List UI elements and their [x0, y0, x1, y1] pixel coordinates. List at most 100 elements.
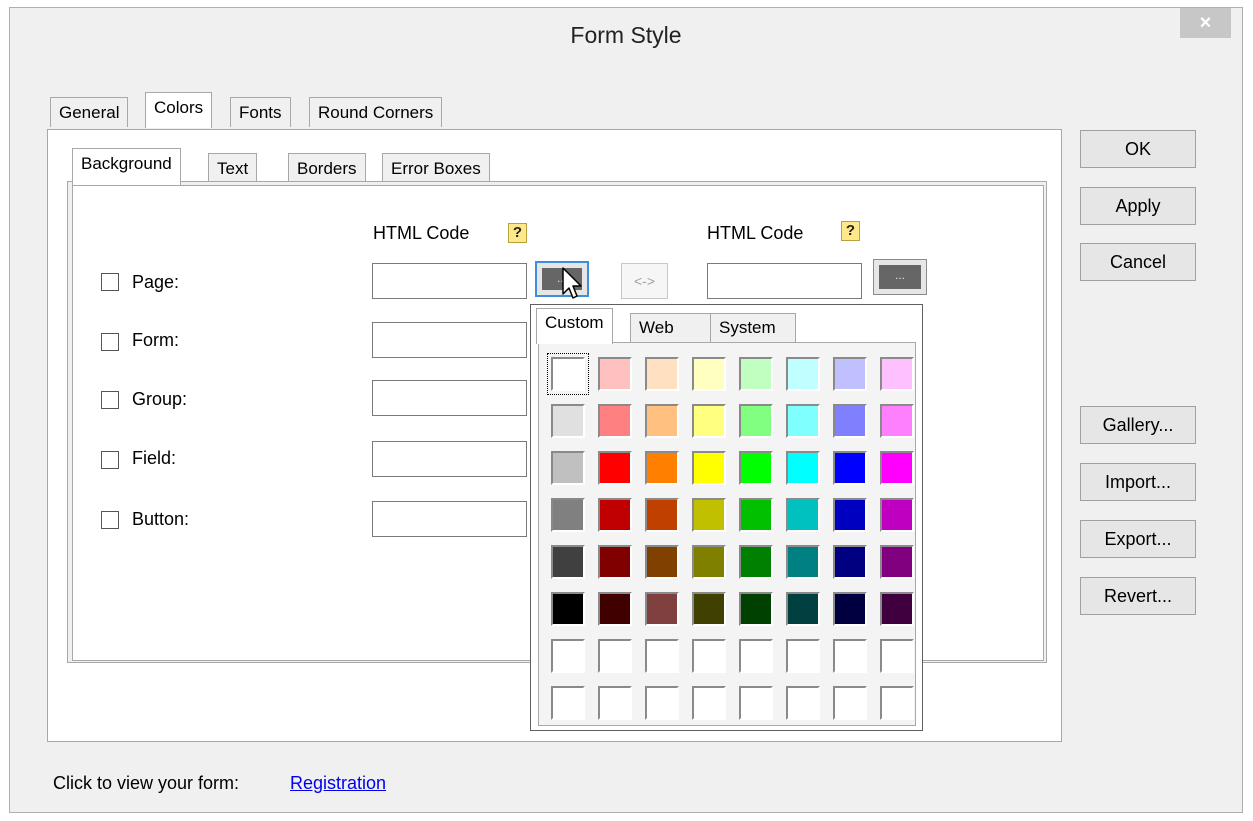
color-swatch[interactable]: [833, 357, 867, 391]
color-swatch[interactable]: [739, 592, 773, 626]
color-swatch[interactable]: [598, 592, 632, 626]
color-swatch[interactable]: [692, 498, 726, 532]
field-html-code-input[interactable]: [372, 441, 527, 477]
form-html-code-input[interactable]: [372, 322, 527, 358]
popup-tab-custom[interactable]: Custom: [536, 308, 613, 344]
color-swatch[interactable]: [551, 686, 585, 720]
color-swatch[interactable]: [880, 357, 914, 391]
color-swatch[interactable]: [786, 592, 820, 626]
color-swatch[interactable]: [547, 353, 589, 395]
import-button[interactable]: Import...: [1080, 463, 1196, 501]
color-swatch[interactable]: [645, 357, 679, 391]
tab-colors[interactable]: Colors: [145, 92, 213, 128]
popup-tab-web[interactable]: Web: [630, 313, 711, 343]
button-checkbox[interactable]: [101, 511, 119, 529]
color-swatch[interactable]: [833, 592, 867, 626]
color-swatch[interactable]: [598, 639, 632, 673]
page-label: Page:: [132, 272, 180, 292]
group-checkbox[interactable]: [101, 391, 119, 409]
page-color-picker-button-2[interactable]: ...: [873, 259, 927, 295]
color-swatch[interactable]: [833, 639, 867, 673]
close-button[interactable]: ×: [1180, 8, 1231, 38]
color-swatch[interactable]: [551, 592, 585, 626]
apply-button[interactable]: Apply: [1080, 187, 1196, 225]
color-swatch[interactable]: [551, 545, 585, 579]
color-swatch[interactable]: [692, 545, 726, 579]
color-swatch[interactable]: [880, 686, 914, 720]
color-swatch[interactable]: [645, 498, 679, 532]
color-swatch[interactable]: [551, 404, 585, 438]
color-swatch[interactable]: [551, 639, 585, 673]
page-checkbox[interactable]: [101, 273, 119, 291]
page-html-code-input[interactable]: [372, 263, 527, 299]
color-swatch[interactable]: [833, 545, 867, 579]
color-swatch[interactable]: [598, 451, 632, 485]
color-swatch[interactable]: [833, 451, 867, 485]
color-swatch[interactable]: [880, 545, 914, 579]
color-swatch[interactable]: [739, 357, 773, 391]
color-swatch[interactable]: [880, 451, 914, 485]
color-swatch[interactable]: [786, 451, 820, 485]
color-swatch[interactable]: [598, 545, 632, 579]
color-swatch[interactable]: [645, 639, 679, 673]
color-swatch[interactable]: [739, 451, 773, 485]
popup-tab-system[interactable]: System: [710, 313, 796, 343]
color-swatch[interactable]: [692, 592, 726, 626]
form-style-dialog: Form Style × General Colors Fonts Round …: [9, 7, 1243, 813]
color-swatch[interactable]: [692, 357, 726, 391]
color-swatch[interactable]: [833, 498, 867, 532]
tab-round-corners[interactable]: Round Corners: [309, 97, 443, 127]
revert-button[interactable]: Revert...: [1080, 577, 1196, 615]
color-swatch[interactable]: [645, 404, 679, 438]
color-swatch[interactable]: [598, 498, 632, 532]
color-swatch[interactable]: [551, 451, 585, 485]
color-swatch[interactable]: [645, 451, 679, 485]
gallery-button[interactable]: Gallery...: [1080, 406, 1196, 444]
color-swatch[interactable]: [786, 686, 820, 720]
color-swatch[interactable]: [598, 686, 632, 720]
color-swatch[interactable]: [739, 545, 773, 579]
color-swatch[interactable]: [598, 404, 632, 438]
cancel-button[interactable]: Cancel: [1080, 243, 1196, 281]
registration-link[interactable]: Registration: [290, 773, 386, 794]
swap-button[interactable]: <->: [621, 263, 668, 299]
color-swatch[interactable]: [692, 639, 726, 673]
color-swatch[interactable]: [551, 498, 585, 532]
button-html-code-input[interactable]: [372, 501, 527, 537]
color-swatch[interactable]: [833, 686, 867, 720]
export-button[interactable]: Export...: [1080, 520, 1196, 558]
page-html-code-input-2[interactable]: [707, 263, 862, 299]
color-swatch[interactable]: [786, 357, 820, 391]
color-swatch[interactable]: [645, 592, 679, 626]
color-swatch[interactable]: [786, 498, 820, 532]
tab-fonts[interactable]: Fonts: [230, 97, 291, 127]
color-swatch[interactable]: [739, 498, 773, 532]
color-swatch[interactable]: [880, 404, 914, 438]
color-swatch[interactable]: [692, 686, 726, 720]
tab-background[interactable]: Background: [72, 148, 181, 185]
color-swatch[interactable]: [598, 357, 632, 391]
color-swatch[interactable]: [739, 686, 773, 720]
color-swatch[interactable]: [645, 686, 679, 720]
color-swatch[interactable]: [833, 404, 867, 438]
mouse-pointer-icon: [562, 267, 582, 299]
color-swatch[interactable]: [880, 498, 914, 532]
color-swatch[interactable]: [692, 404, 726, 438]
help-icon[interactable]: ?: [841, 221, 860, 241]
color-swatch[interactable]: [880, 592, 914, 626]
color-swatch[interactable]: [645, 545, 679, 579]
color-swatch[interactable]: [692, 451, 726, 485]
ok-button[interactable]: OK: [1080, 130, 1196, 168]
tab-general[interactable]: General: [50, 97, 129, 127]
color-swatch[interactable]: [739, 639, 773, 673]
color-swatch[interactable]: [786, 545, 820, 579]
color-swatch[interactable]: [739, 404, 773, 438]
field-checkbox[interactable]: [101, 451, 119, 469]
help-icon[interactable]: ?: [508, 223, 527, 243]
group-html-code-input[interactable]: [372, 380, 527, 416]
form-checkbox[interactable]: [101, 333, 119, 351]
color-swatch[interactable]: [880, 639, 914, 673]
button-label: Button:: [132, 509, 190, 529]
color-swatch[interactable]: [786, 404, 820, 438]
color-swatch[interactable]: [786, 639, 820, 673]
